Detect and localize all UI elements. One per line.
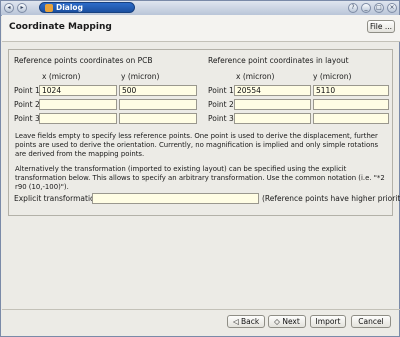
window-title-tab: Dialog <box>39 2 135 13</box>
layout-heading: Reference point coordinates in layout <box>208 56 349 65</box>
layout-point-3-x-input[interactable] <box>234 113 311 124</box>
layout-col-x: x (micron) <box>236 72 275 81</box>
help-text-reference-points: Leave fields empty to specify less refer… <box>15 132 379 158</box>
explicit-transform-input[interactable] <box>92 193 259 204</box>
minimize-icon[interactable]: _ <box>361 3 371 13</box>
window-menu-icon[interactable]: ◂ <box>4 3 14 13</box>
pcb-point-2-y-input[interactable] <box>119 99 197 110</box>
layout-point-1-y-input[interactable] <box>313 85 389 96</box>
layout-point-3-label: Point 3 <box>208 114 234 123</box>
pcb-point-1-y-input[interactable] <box>119 85 197 96</box>
pcb-col-x: x (micron) <box>42 72 81 81</box>
cancel-button[interactable]: Cancel <box>351 315 391 328</box>
pcb-point-1-label: Point 1 <box>14 86 40 95</box>
pcb-point-3-y-input[interactable] <box>119 113 197 124</box>
app-icon <box>45 4 53 12</box>
file-button[interactable]: File ... <box>367 20 395 33</box>
import-button[interactable]: Import <box>310 315 346 328</box>
layout-point-2-y-input[interactable] <box>313 99 389 110</box>
layout-point-3-y-input[interactable] <box>313 113 389 124</box>
back-button[interactable]: ◁ Back <box>227 315 265 328</box>
next-button[interactable]: ◇ Next <box>268 315 306 328</box>
page-header: Coordinate Mapping File ... <box>2 15 400 42</box>
layout-point-2-x-input[interactable] <box>234 99 311 110</box>
page-title: Coordinate Mapping <box>9 22 112 32</box>
pcb-point-1-x-input[interactable] <box>39 85 117 96</box>
layout-point-1-x-input[interactable] <box>234 85 311 96</box>
explicit-transform-note: (Reference points have higher priority) <box>262 194 400 203</box>
window-title: Dialog <box>56 3 83 12</box>
title-bar[interactable]: ◂ ▸ Dialog ? _ □ × <box>1 1 399 16</box>
close-icon[interactable]: × <box>387 3 397 13</box>
pcb-point-3-x-input[interactable] <box>39 113 117 124</box>
pcb-point-2-label: Point 2 <box>14 100 40 109</box>
next-button-label: Next <box>282 317 300 326</box>
explicit-transform-label: Explicit transformation <box>14 194 100 203</box>
window-shade-icon[interactable]: ▸ <box>17 3 27 13</box>
dialog-window: ◂ ▸ Dialog ? _ □ × Coordinate Mapping Fi… <box>0 0 400 337</box>
pcb-point-2-x-input[interactable] <box>39 99 117 110</box>
footer-divider <box>2 309 400 310</box>
mapping-panel: Reference points coordinates on PCB x (m… <box>8 49 400 216</box>
layout-col-y: y (micron) <box>313 72 352 81</box>
pcb-heading: Reference points coordinates on PCB <box>14 56 153 65</box>
back-arrow-icon: ◁ <box>232 317 241 326</box>
pcb-point-3-label: Point 3 <box>14 114 40 123</box>
back-button-label: Back <box>240 317 260 326</box>
layout-point-2-label: Point 2 <box>208 100 234 109</box>
maximize-icon[interactable]: □ <box>374 3 384 13</box>
layout-point-1-label: Point 1 <box>208 86 234 95</box>
pcb-col-y: y (micron) <box>121 72 160 81</box>
help-icon[interactable]: ? <box>348 3 358 13</box>
help-text-explicit-transform: Alternatively the transformation (import… <box>15 165 385 191</box>
